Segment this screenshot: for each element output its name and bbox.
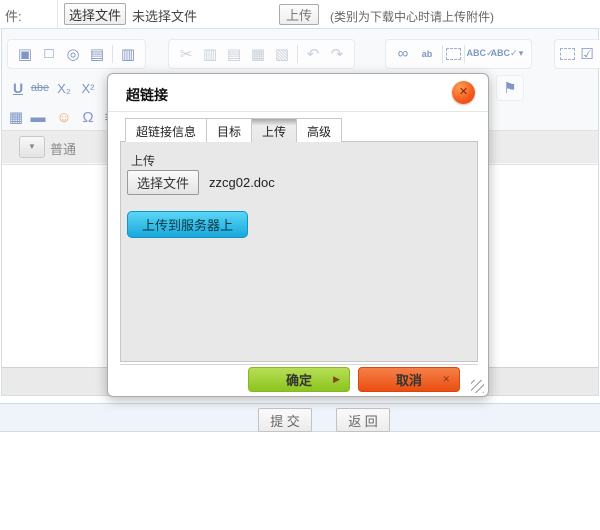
upload-tab-panel: 上传 选择文件 zzcg02.doc 上传到服务器上 [120,141,478,362]
save-icon[interactable]: ▣ [13,42,37,66]
ok-arrow-icon: ▶ [333,374,340,385]
choose-file-button[interactable]: 选择文件 [64,3,126,25]
cancel-x-icon: ✕ [442,374,450,385]
dialog-resize-handle[interactable] [471,380,484,393]
checkbox-icon[interactable]: ☑ [575,42,599,66]
ok-button[interactable]: 确定 ▶ [248,367,350,392]
page-footer-bar: 提 交 返 回 [0,403,600,432]
spellcheck-icon[interactable]: ABC✓ [468,42,492,66]
dialog-choose-file-button[interactable]: 选择文件 [127,170,199,195]
hidden-field-icon[interactable] [560,48,575,60]
redo-icon[interactable]: ↷ [325,42,349,66]
table-icon[interactable]: ▦ [4,105,28,129]
cell-divider [57,0,58,28]
strikethrough-icon[interactable]: abe [28,76,52,100]
horizontal-rule-icon[interactable]: ▬ [26,105,50,129]
copy-icon[interactable]: ▥ [198,42,222,66]
subscript-icon[interactable]: X₂ [52,76,76,100]
screen: 件: 选择文件 未选择文件 上传 (类别为下载中心时请上传附件) ▣ □ ◎ ▤… [0,0,600,530]
tab-upload[interactable]: 上传 [251,118,297,142]
toolbar-separator [464,45,465,63]
upload-button[interactable]: 上传 [279,4,319,25]
spellcheck-menu-arrow-icon[interactable]: ▾ [516,42,526,66]
replace-icon[interactable]: ab [415,42,439,66]
toolbar-group-forms: ☑ ◉ abl ab [554,39,600,69]
new-page-icon[interactable]: □ [37,42,61,66]
no-file-selected-text: 未选择文件 [132,6,197,25]
select-all-icon[interactable] [446,48,461,60]
cancel-button-label: 取消 [396,373,422,388]
dialog-title: 超链接 [126,85,168,105]
paste-icon[interactable]: ▤ [222,42,246,66]
attachment-label: 件: [5,6,22,25]
toolbar-row-1: ▣ □ ◎ ▤ ▥ ✂ ▥ ▤ ▦ ▧ ↶ ↷ ∞ ab [2,35,598,72]
find-icon[interactable]: ∞ [391,42,415,66]
superscript-icon[interactable]: X² [76,76,100,100]
format-combo[interactable]: 普通 [50,139,76,158]
undo-icon[interactable]: ↶ [301,42,325,66]
selected-filename: zzcg02.doc [209,175,275,190]
cancel-button[interactable]: 取消 ✕ [358,367,460,392]
anchor-flag-icon[interactable]: ⚑ [498,76,522,100]
back-button[interactable]: 返 回 [336,408,390,432]
tab-target[interactable]: 目标 [206,118,252,142]
underline-icon[interactable]: U [6,76,30,100]
toolbar-separator [112,45,113,63]
paste-word-icon[interactable]: ▧ [270,42,294,66]
tab-link-info[interactable]: 超链接信息 [125,118,207,142]
cut-icon[interactable]: ✂ [174,42,198,66]
submit-button[interactable]: 提 交 [258,408,312,432]
upload-to-server-button[interactable]: 上传到服务器上 [127,211,248,238]
hyperlink-dialog: 超链接 ✕ 超链接信息 目标 上传 高级 上传 选择文件 zzcg02.doc … [107,73,489,397]
upload-hint-text: (类别为下载中心时请上传附件) [330,8,494,25]
tab-advanced[interactable]: 高级 [296,118,342,142]
ok-button-label: 确定 [286,373,312,388]
print-icon[interactable]: ▤ [85,42,109,66]
toolbar-group-find: ∞ ab ABC✓ ABC✓ ▾ [385,39,532,69]
close-icon[interactable]: ✕ [452,81,475,104]
toolbar-group-clipboard: ✂ ▥ ▤ ▦ ▧ ↶ ↷ [168,39,355,69]
spellcheck-menu-icon[interactable]: ABC✓ [492,42,516,66]
dialog-footer-separator [120,364,478,365]
toolbar-separator [297,45,298,63]
smiley-icon[interactable]: ☺ [52,105,76,129]
preview-icon[interactable]: ◎ [61,42,85,66]
anchor-flag-tile: ⚑ [496,75,524,101]
paste-text-icon[interactable]: ▦ [246,42,270,66]
toolbar-group-document: ▣ □ ◎ ▤ ▥ [7,39,146,69]
toolbar-separator [442,45,443,63]
dialog-tabs: 超链接信息 目标 上传 高级 [125,118,341,142]
dialog-title-separator [108,111,488,112]
attachment-bar: 件: 选择文件 未选择文件 上传 (类别为下载中心时请上传附件) [0,0,600,28]
upload-field-label: 上传 [131,152,155,169]
style-combo-arrow-button[interactable]: ▼ [19,136,45,158]
templates-icon[interactable]: ▥ [116,42,140,66]
